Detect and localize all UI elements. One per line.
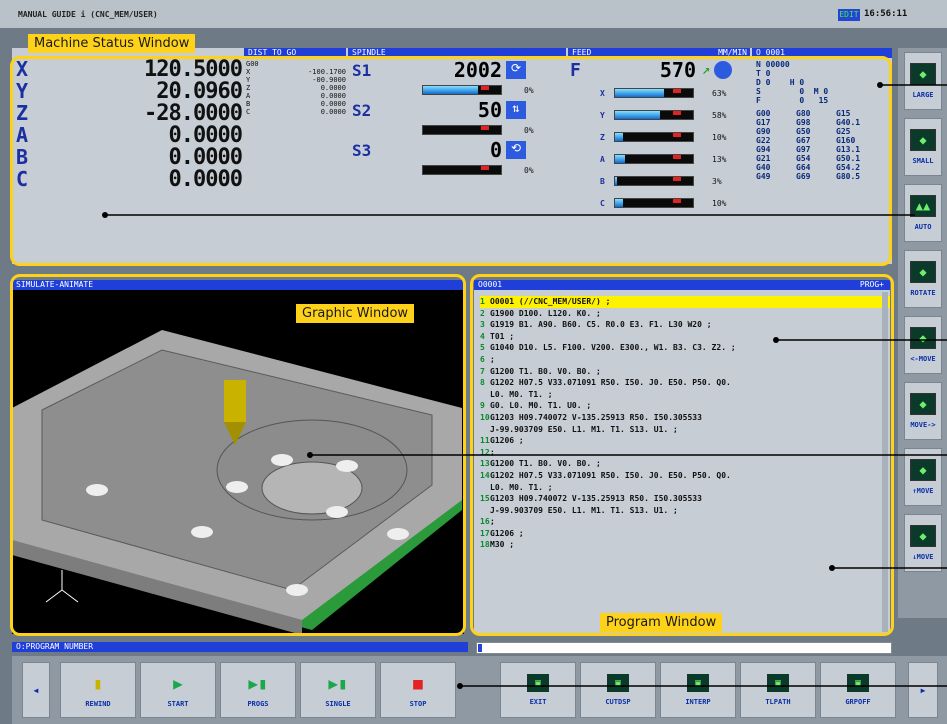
tlpath-button[interactable]: ▣ TLPATH (740, 662, 816, 718)
cutdsp-button[interactable]: ▣ CUTDSP (580, 662, 656, 718)
start-button[interactable]: ▶ START (140, 662, 216, 718)
grpoff-button[interactable]: ▣ GRPOFF (820, 662, 896, 718)
side-button-label: ↑MOVE (912, 487, 934, 495)
button-label: START (167, 700, 189, 708)
side-button-7[interactable]: ◆ ↓MOVE (904, 514, 942, 572)
exit-icon: ▣ (527, 674, 549, 692)
interp-icon: ▣ (687, 674, 709, 692)
button-label: REWIND (85, 700, 111, 708)
sim-buttons: ▮ REWIND ▶ START ▶▮ PROGS ▶▮ SINGLE ■ STOP (60, 662, 456, 718)
bottom-input-line[interactable] (476, 642, 892, 654)
button-label: GRPOFF (845, 698, 871, 706)
view-icon: ◆ (910, 63, 936, 85)
view-icon: ◆ (910, 129, 936, 151)
side-buttons: ◆ LARGE ◆ SMALL ▲▲ AUTO ◆ ROTATE ◆ <-MOVE ◆ MOVE-> ◆… (904, 52, 942, 580)
exit-button[interactable]: ▣ EXIT (500, 662, 576, 718)
prev-page-button[interactable]: ◂ (22, 662, 50, 718)
callout-program: Program Window (600, 613, 723, 632)
view-icon: ◆ (910, 393, 936, 415)
input-cursor (478, 644, 482, 652)
view-icon: ▲▲ (910, 195, 936, 217)
side-button-1[interactable]: ◆ SMALL (904, 118, 942, 176)
bottom-status: O:PROGRAM NUMBER (12, 642, 468, 652)
start-icon: ▶ (173, 673, 183, 693)
machine-status-frame (10, 56, 892, 266)
button-label: SINGLE (325, 700, 351, 708)
rewind-button[interactable]: ▮ REWIND (60, 662, 136, 718)
view-icon: ◆ (910, 327, 936, 349)
button-label: EXIT (529, 698, 547, 706)
program-frame (470, 274, 894, 636)
view-icon: ◆ (910, 459, 936, 481)
cutdsp-icon: ▣ (607, 674, 629, 692)
view-icon: ◆ (910, 525, 936, 547)
side-button-label: ↓MOVE (912, 553, 934, 561)
prev-arrow-icon: ◂ (32, 683, 40, 697)
stop-icon: ■ (413, 673, 423, 693)
graphic-frame (10, 274, 466, 636)
button-label: CUTDSP (605, 698, 631, 706)
single-icon: ▶▮ (328, 673, 348, 693)
side-button-label: SMALL (912, 157, 934, 165)
side-button-label: LARGE (912, 91, 934, 99)
view-icon: ◆ (910, 261, 936, 283)
stop-button[interactable]: ■ STOP (380, 662, 456, 718)
button-label: INTERP (685, 698, 711, 706)
progs-button[interactable]: ▶▮ PROGS (220, 662, 296, 718)
graphic-buttons: ▣ EXIT ▣ CUTDSP ▣ INTERP ▣ TLPATH ▣ GRPOFF (500, 662, 896, 718)
mode-badge: EDIT (838, 9, 860, 21)
side-button-label: ROTATE (910, 289, 936, 297)
side-button-6[interactable]: ◆ ↑MOVE (904, 448, 942, 506)
callout-graphic: Graphic Window (296, 304, 415, 323)
side-button-5[interactable]: ◆ MOVE-> (904, 382, 942, 440)
grpoff-icon: ▣ (847, 674, 869, 692)
side-button-label: AUTO (914, 223, 932, 231)
side-button-4[interactable]: ◆ <-MOVE (904, 316, 942, 374)
app-title: MANUAL GUIDE i (CNC_MEM/USER) (18, 10, 158, 19)
side-button-3[interactable]: ◆ ROTATE (904, 250, 942, 308)
callout-machine-status: Machine Status Window (28, 34, 196, 53)
next-page-button[interactable]: ▸ (908, 662, 938, 718)
rewind-icon: ▮ (93, 673, 103, 693)
single-button[interactable]: ▶▮ SINGLE (300, 662, 376, 718)
button-label: TLPATH (765, 698, 791, 706)
button-label: PROGS (247, 700, 269, 708)
interp-button[interactable]: ▣ INTERP (660, 662, 736, 718)
clock: 16:56:11 (864, 9, 908, 19)
button-label: STOP (409, 700, 427, 708)
side-button-label: <-MOVE (910, 355, 936, 363)
progs-icon: ▶▮ (248, 673, 268, 693)
next-arrow-icon: ▸ (919, 683, 927, 697)
side-button-0[interactable]: ◆ LARGE (904, 52, 942, 110)
side-button-label: MOVE-> (910, 421, 936, 429)
tlpath-icon: ▣ (767, 674, 789, 692)
side-button-2[interactable]: ▲▲ AUTO (904, 184, 942, 242)
